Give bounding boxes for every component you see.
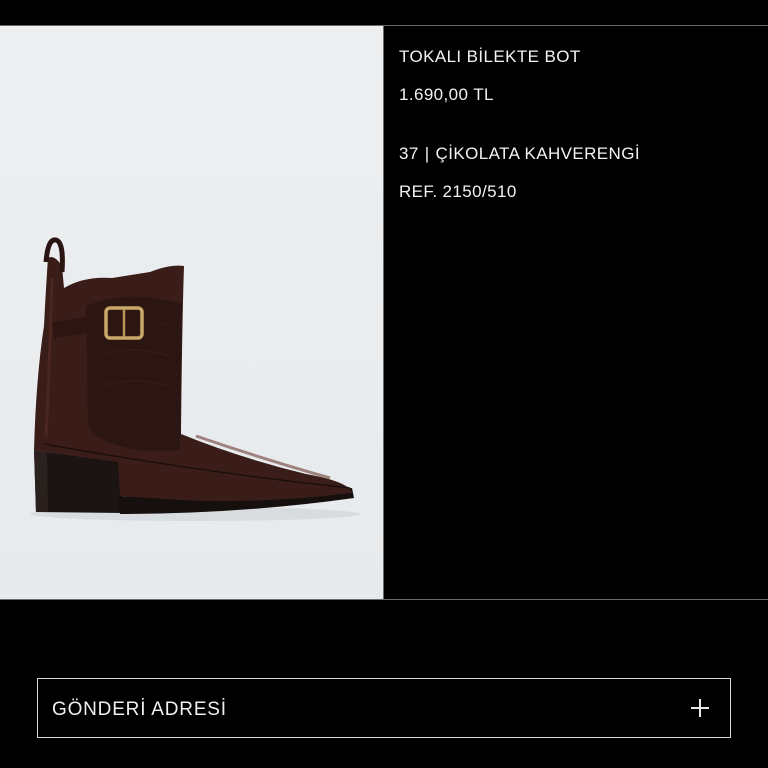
product-color: ÇİKOLATA KAHVERENGİ — [435, 144, 640, 163]
shipping-address-toggle[interactable]: GÖNDERİ ADRESİ — [37, 678, 731, 738]
product-price: 1.690,00 TL — [399, 85, 494, 104]
product-reference: REF. 2150/510 — [399, 182, 517, 201]
shipping-address-label: GÖNDERİ ADRESİ — [52, 699, 227, 720]
variant-separator: | — [424, 144, 430, 163]
product-size: 37 — [399, 144, 419, 163]
product-card: TOKALI BİLEKTE BOT 1.690,00 TL 37 | ÇİKOLA… — [0, 25, 768, 600]
plus-icon[interactable] — [690, 698, 710, 718]
boot-illustration — [30, 237, 360, 521]
product-image — [0, 26, 384, 599]
product-title: TOKALI BİLEKTE BOT — [399, 47, 581, 66]
product-variant: 37 | ÇİKOLATA KAHVERENGİ — [399, 144, 640, 164]
